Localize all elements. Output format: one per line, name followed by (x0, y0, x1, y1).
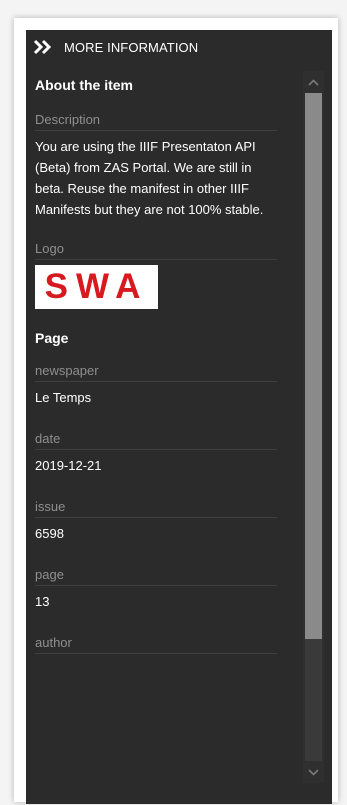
more-information-panel: MORE INFORMATION About the item Descript… (26, 30, 332, 804)
scrollbar-track[interactable] (305, 639, 322, 761)
double-chevron-right-icon (33, 39, 52, 55)
field-label-logo: Logo (35, 241, 277, 260)
logo-wrapper: SWA (35, 265, 277, 309)
swa-logo: SWA (35, 265, 158, 309)
section-title-about: About the item (35, 77, 133, 93)
scrollbar-thumb[interactable] (305, 93, 322, 639)
field-value-date: 2019-12-21 (35, 458, 102, 473)
field-label-newspaper: newspaper (35, 363, 277, 382)
chevron-up-icon (308, 78, 319, 86)
section-title-page: Page (35, 330, 69, 346)
panel-title: MORE INFORMATION (64, 39, 199, 55)
field-label-author: author (35, 635, 277, 654)
vertical-scrollbar[interactable] (303, 71, 324, 783)
field-value-issue: 6598 (35, 526, 64, 541)
more-information-toggle[interactable]: MORE INFORMATION (26, 30, 332, 64)
field-value-description: You are using the IIIF Presentaton API (… (35, 139, 264, 217)
scroll-down-button[interactable] (303, 761, 324, 783)
field-label-description: Description (35, 112, 277, 131)
chevron-down-icon (308, 768, 319, 776)
field-label-page: page (35, 567, 277, 586)
field-value-page: 13 (35, 594, 50, 609)
field-label-date: date (35, 431, 277, 450)
scroll-up-button[interactable] (303, 71, 324, 93)
panel-content: About the item Description You are using… (35, 76, 277, 660)
field-value-newspaper: Le Temps (35, 390, 92, 405)
field-label-issue: issue (35, 499, 277, 518)
